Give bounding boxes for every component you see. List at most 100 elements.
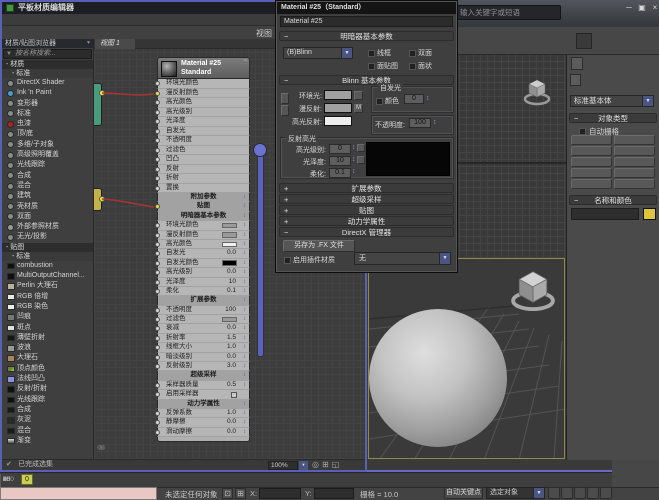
close-button[interactable]: × xyxy=(650,3,659,12)
input-socket[interactable] xyxy=(155,354,160,360)
input-socket[interactable] xyxy=(155,251,160,257)
browser-header[interactable]: 材质/贴图浏览器 ▼ xyxy=(2,39,93,48)
node-parameter-row[interactable]: 动力学属性 ↕ xyxy=(157,399,250,409)
slate-toolbar-icon[interactable] xyxy=(31,27,44,38)
create-category-icon[interactable] xyxy=(570,74,581,86)
material-list-item[interactable]: 顶/底 xyxy=(2,129,93,139)
menu-item[interactable] xyxy=(62,14,72,25)
time-slider[interactable]: 0 xyxy=(21,474,33,485)
command-panel-tab-icon[interactable] xyxy=(610,57,622,70)
input-socket[interactable] xyxy=(155,81,160,86)
material-list-item[interactable]: 双面 xyxy=(2,212,93,222)
map-list-item[interactable]: 光线跟踪 xyxy=(2,395,93,405)
input-socket[interactable] xyxy=(155,241,160,247)
color-swatch[interactable] xyxy=(222,222,237,229)
spinner-icon[interactable]: ↕ xyxy=(243,240,246,249)
primitive-button[interactable] xyxy=(571,168,612,178)
material-list-item[interactable]: 建筑 xyxy=(2,191,93,201)
node-slot-row[interactable]: 过滤色 xyxy=(155,145,250,155)
primitive-button[interactable] xyxy=(614,146,655,156)
input-socket[interactable] xyxy=(155,176,160,181)
node-parameter-row[interactable]: 高光颜色 ↕ xyxy=(155,239,250,250)
autogrid-checkbox[interactable] xyxy=(579,128,586,135)
browser-search-input[interactable]: ▼ 按名称搜索... xyxy=(3,49,92,59)
collapsed-rollout[interactable]: + 扩展参数 xyxy=(279,183,454,193)
toolbar-icon[interactable] xyxy=(559,33,575,49)
menu-item[interactable] xyxy=(12,14,22,25)
shader-basic-rollout[interactable]: − 明暗器基本参数 xyxy=(279,31,454,41)
parameter-value[interactable]: 1.0 xyxy=(227,409,236,418)
material-list-item[interactable]: 标准 xyxy=(2,109,93,119)
node-parameter-row[interactable]: 衰减 0.0 ↕ xyxy=(155,324,250,334)
create-category-icon[interactable] xyxy=(642,74,653,86)
viewport-nav-icon[interactable] xyxy=(649,487,659,499)
slate-toolbar-icon[interactable] xyxy=(96,27,109,38)
material-list-item[interactable]: 合成 xyxy=(2,171,93,181)
node-parameter-row[interactable]: 反弹系数 1.0 ↕ xyxy=(155,408,250,419)
y-coordinate-field[interactable] xyxy=(314,488,354,499)
chevron-down-icon[interactable]: ▼ xyxy=(439,253,450,264)
material-list-item[interactable]: 变形器 xyxy=(2,99,93,109)
slate-toolbar-icon[interactable] xyxy=(5,27,18,38)
input-socket[interactable] xyxy=(155,270,160,276)
node-parameter-row[interactable]: 超级采样 ↕ xyxy=(157,371,250,381)
dialog-titlebar[interactable]: Material #25（Standard） xyxy=(277,2,456,14)
input-socket[interactable] xyxy=(155,279,160,285)
selection-filter-dropdown[interactable]: 选定对象 ▼ xyxy=(486,487,545,499)
viewport-nav-icon[interactable] xyxy=(627,487,637,499)
material-list-item[interactable]: 高级照明覆盖 xyxy=(2,150,93,160)
viewport-nav-icon[interactable] xyxy=(638,487,648,499)
toolbar-icon[interactable] xyxy=(457,33,473,49)
parameter-value[interactable]: 1.0 xyxy=(227,343,236,352)
parameter-value[interactable]: 100 xyxy=(225,306,236,315)
glossiness-map-button[interactable] xyxy=(357,156,365,164)
spinner-icon[interactable]: ↕ xyxy=(243,418,246,427)
sphere-object[interactable] xyxy=(369,309,507,447)
menu-item[interactable] xyxy=(42,14,52,25)
toolbar-icon[interactable] xyxy=(576,32,592,49)
create-category-icon[interactable] xyxy=(618,74,629,86)
create-category-icon[interactable] xyxy=(606,74,617,86)
map-list-item[interactable]: 大理石 xyxy=(2,353,93,363)
expand-icon[interactable]: + xyxy=(284,184,288,193)
node-slot-row[interactable]: 漫反射颜色 xyxy=(155,88,250,98)
input-socket[interactable] xyxy=(155,326,160,332)
node-parameter-row[interactable]: 暗淡级别 0.0 ↕ xyxy=(155,352,250,363)
material-list-item[interactable]: 混合 xyxy=(2,181,93,191)
playback-button[interactable] xyxy=(587,487,599,499)
spinner-icon[interactable]: ↕ xyxy=(352,144,356,151)
input-socket[interactable] xyxy=(155,392,160,398)
node-parameter-row[interactable]: 扩展参数 ↕ xyxy=(157,296,250,306)
parameter-value[interactable]: 10 xyxy=(229,278,236,287)
spinner-icon[interactable]: ↕ xyxy=(243,381,246,390)
input-socket[interactable] xyxy=(155,364,160,370)
input-socket[interactable] xyxy=(155,90,160,96)
spinner-icon[interactable]: ↕ xyxy=(243,362,246,371)
chevron-down-icon[interactable]: ▼ xyxy=(299,461,308,470)
object-type-rollout[interactable]: − 对象类型 xyxy=(569,113,657,123)
spinner-icon[interactable]: ↕ xyxy=(243,193,246,202)
menu-item[interactable] xyxy=(2,14,12,25)
directx-manager-rollout[interactable]: − DirectX 管理器 xyxy=(279,227,454,237)
node-parameter-row[interactable]: 滑动摩擦 0.0 ↕ xyxy=(155,427,250,438)
playback-button[interactable] xyxy=(561,487,573,499)
parameter-value[interactable]: 0.0 xyxy=(227,268,236,277)
input-socket[interactable] xyxy=(155,119,160,124)
input-socket[interactable] xyxy=(155,223,160,229)
parameter-value[interactable]: 0.0 xyxy=(227,428,236,437)
node-slot-row[interactable]: 高光级别 xyxy=(155,107,250,117)
minimize-button[interactable]: ─ xyxy=(624,3,634,12)
input-socket[interactable] xyxy=(155,307,160,313)
material-list-item[interactable]: 多维/子对象 xyxy=(2,140,93,150)
map-list-item[interactable]: 合成 xyxy=(2,405,93,415)
node-slot-row[interactable]: 置换 xyxy=(155,183,250,193)
node-slot-row[interactable]: 光泽度 xyxy=(155,117,250,127)
spinner-icon[interactable]: ↕ xyxy=(352,156,356,163)
maxscript-mini-listener[interactable] xyxy=(0,487,157,500)
track-bar[interactable] xyxy=(366,460,612,472)
auto-key-button[interactable]: 自动关键点 xyxy=(444,487,483,499)
facemap-checkbox[interactable] xyxy=(368,62,375,70)
command-panel-tab-icon[interactable] xyxy=(597,57,609,70)
map-list-item[interactable]: RGB 染色 xyxy=(2,302,93,312)
command-panel-tab-icon[interactable] xyxy=(571,57,583,70)
